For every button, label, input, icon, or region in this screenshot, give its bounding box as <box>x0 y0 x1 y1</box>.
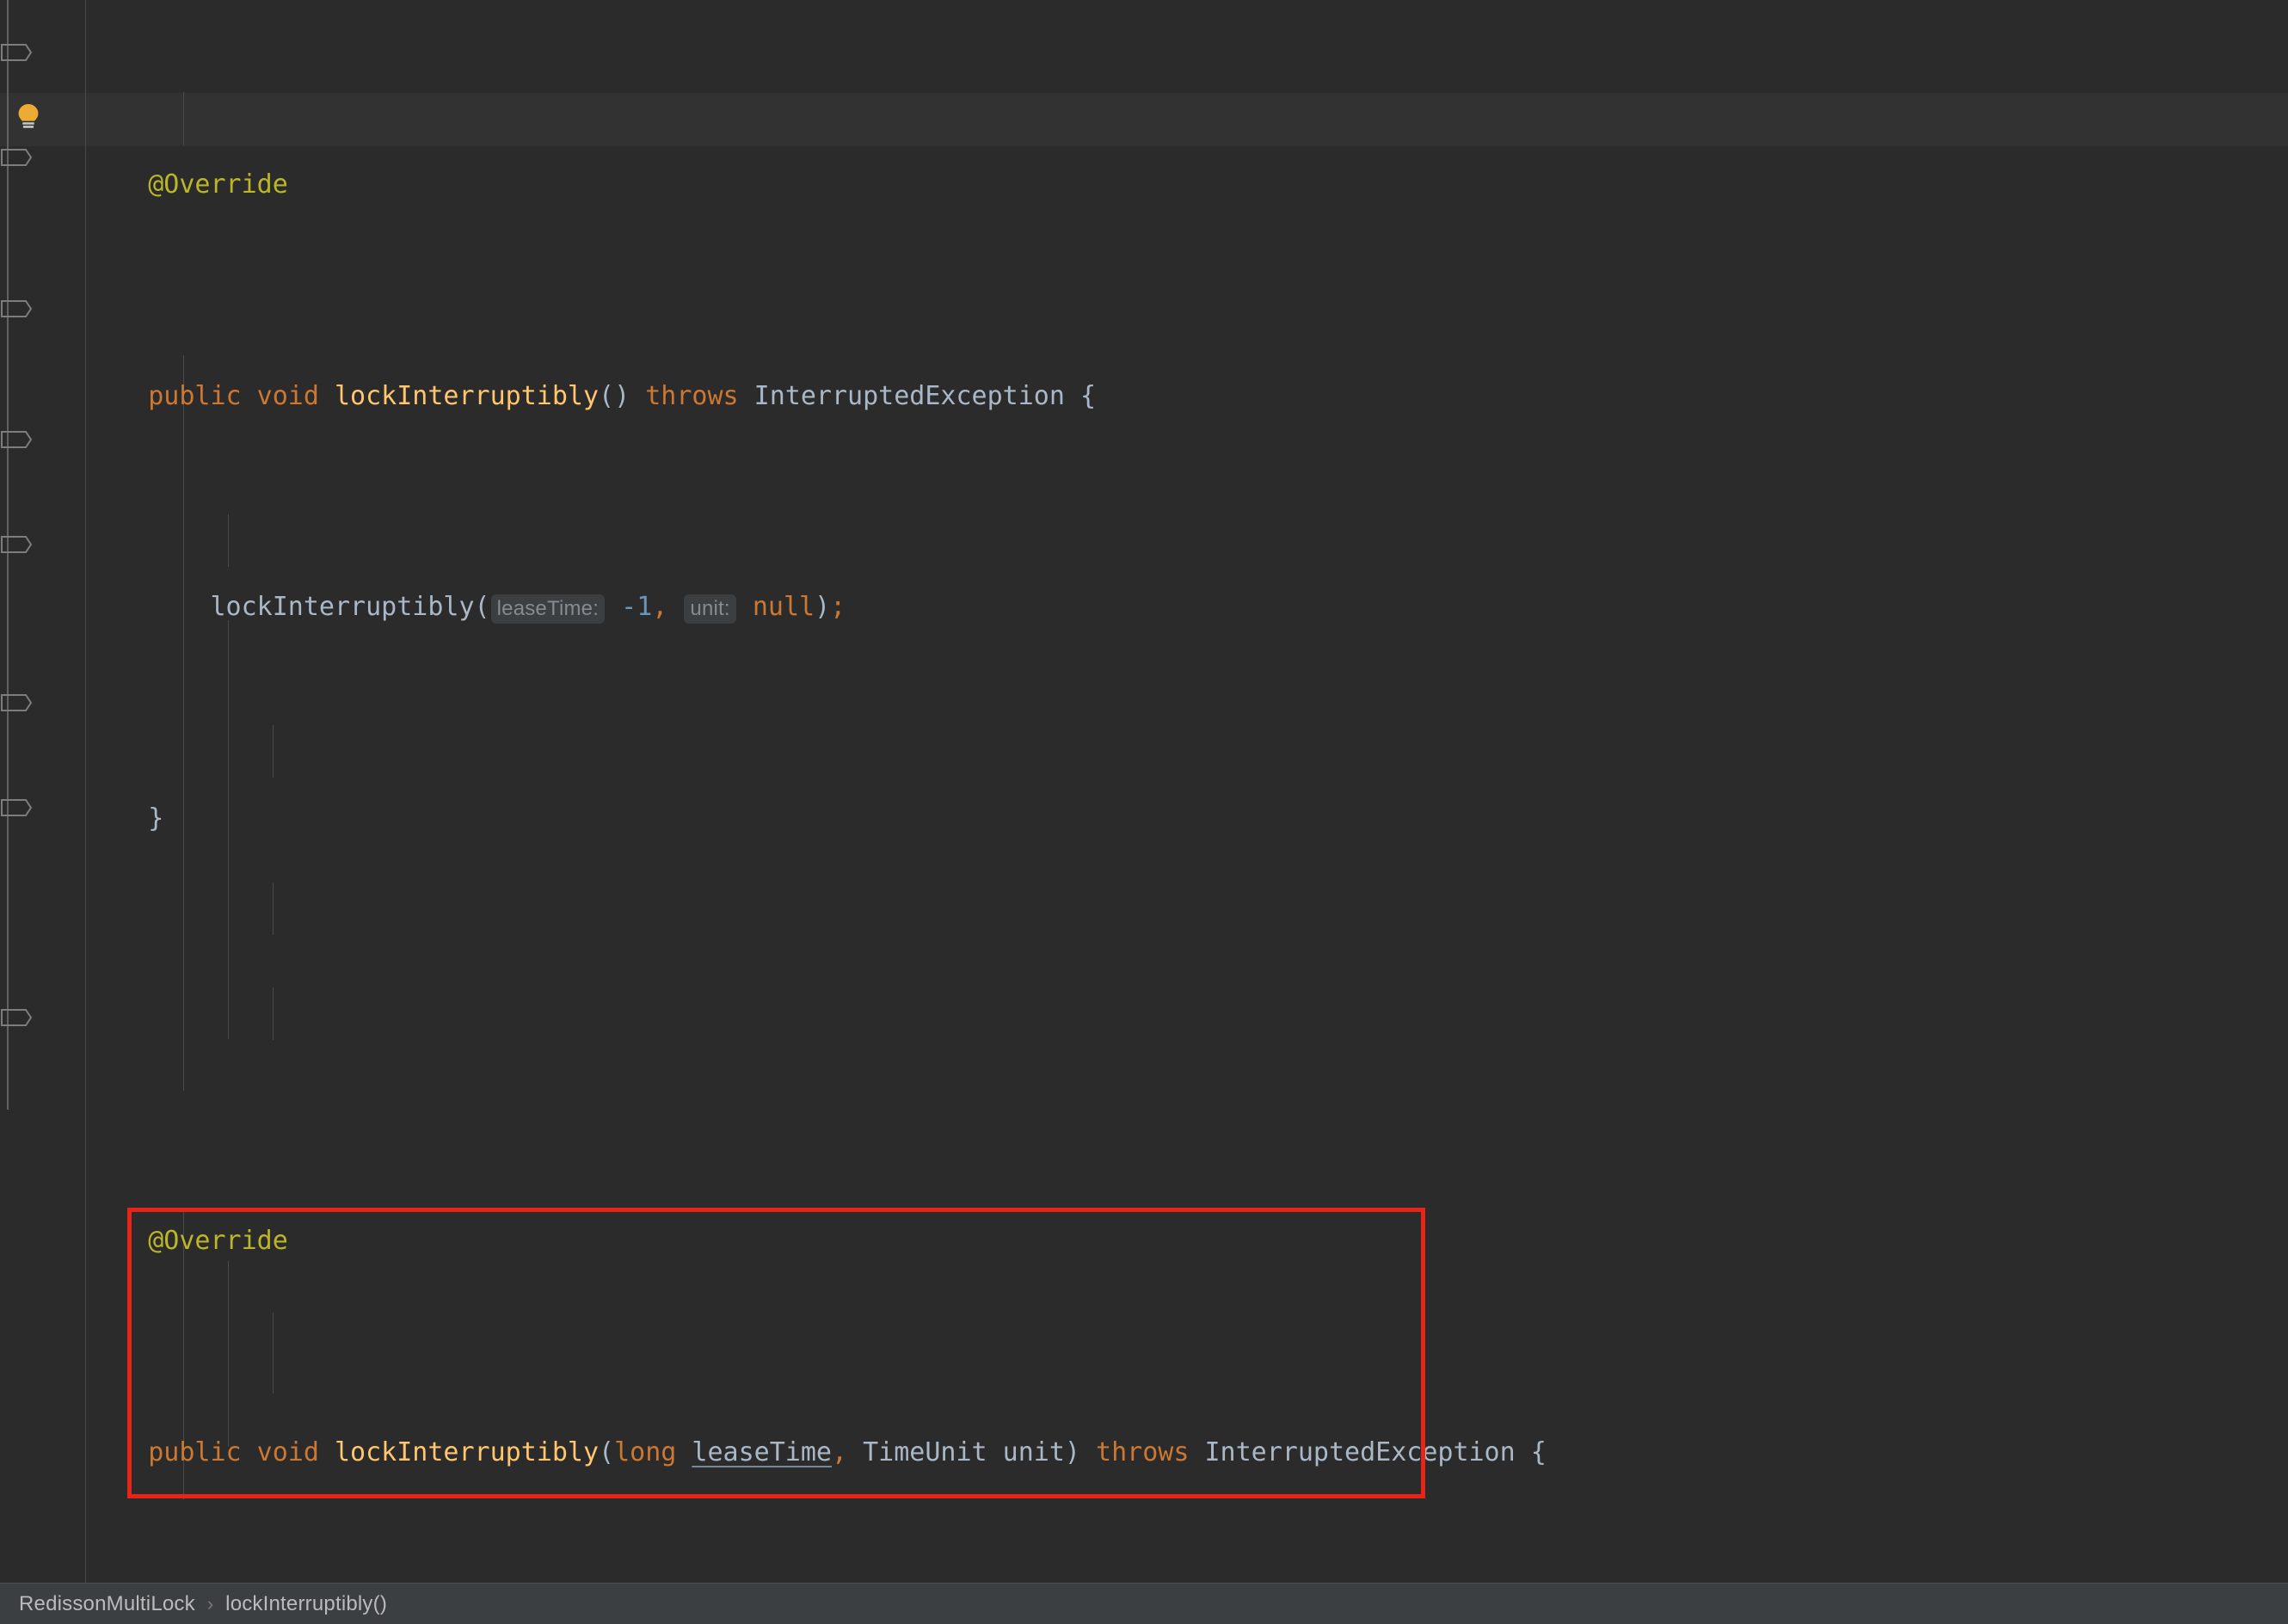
fold-collapse-icon[interactable] <box>0 299 33 317</box>
code-line[interactable]: public void lockInterruptibly() throws I… <box>86 370 2288 422</box>
inlay-hint-leasetime: leaseTime: <box>491 594 605 624</box>
fold-collapse-icon[interactable] <box>0 1008 33 1025</box>
fold-collapse-icon[interactable] <box>0 693 33 710</box>
code-editor[interactable]: @Override public void lockInterruptibly(… <box>0 0 2288 1624</box>
code-line[interactable]: lockInterruptibly(leaseTime: -1, unit: n… <box>86 581 2288 633</box>
code-line[interactable]: public void lockInterruptibly(long lease… <box>86 1426 2288 1479</box>
code-line[interactable]: @Override <box>86 1215 2288 1267</box>
fold-collapse-icon[interactable] <box>0 43 33 60</box>
code-line[interactable]: @Override <box>86 158 2288 211</box>
fold-collapse-icon[interactable] <box>0 148 33 165</box>
code-line[interactable]: } <box>86 792 2288 845</box>
code-content[interactable]: @Override public void lockInterruptibly(… <box>86 0 2288 1583</box>
fold-collapse-icon[interactable] <box>0 798 33 815</box>
editor-gutter[interactable] <box>0 0 86 1624</box>
annotation-token: @Override <box>86 169 288 200</box>
fold-collapse-icon[interactable] <box>0 535 33 552</box>
fold-collapse-icon[interactable] <box>0 430 33 447</box>
breadcrumb-item-method[interactable]: lockInterruptibly() <box>225 1592 387 1616</box>
breadcrumb-item-class[interactable]: RedissonMultiLock <box>19 1592 195 1616</box>
breadcrumb[interactable]: RedissonMultiLock › lockInterruptibly() <box>0 1583 2288 1624</box>
lightbulb-icon[interactable] <box>14 102 43 131</box>
breadcrumb-separator-icon: › <box>207 1593 213 1615</box>
code-line[interactable] <box>86 1004 2288 1056</box>
inlay-hint-unit: unit: <box>684 594 735 624</box>
